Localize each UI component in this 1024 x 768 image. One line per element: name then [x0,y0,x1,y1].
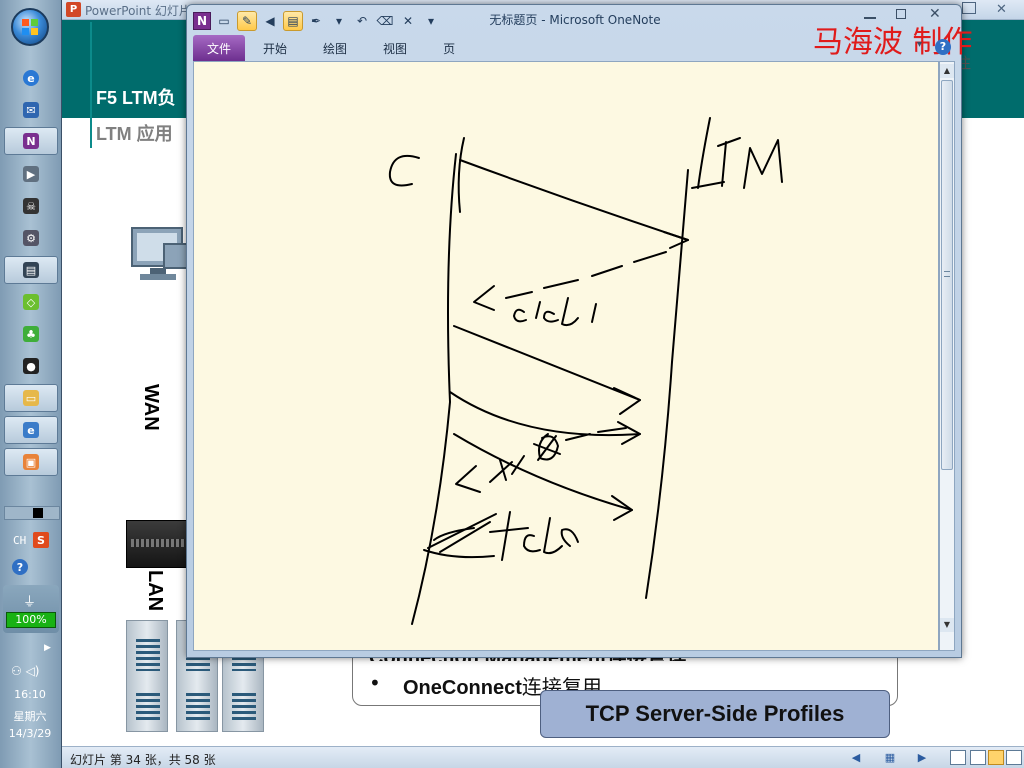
handwritten-sketch [388,117,783,625]
clock-weekday[interactable]: 星期六 [0,708,60,724]
tab-page[interactable]: 页 [425,35,473,61]
parrot-icon: ♣ [23,326,39,342]
eraser-icon[interactable]: ⌫ [375,11,395,31]
quick-access-toolbar: N ▭ ✎ ◀ ▤ ✒ ▾ ↶ ⌫ ✕ ▾ [193,9,441,33]
pen-mode-icon[interactable]: ✎ [237,11,257,31]
close-button[interactable]: ✕ [996,2,1007,17]
onenote-window: 无标题页 - Microsoft OneNote N ▭ ✎ ◀ ▤ ✒ ▾ ↶… [186,4,973,658]
onenote-icon: N [23,133,39,149]
plug-icon: ⏚ [23,595,37,610]
ie-icon: e [23,70,39,86]
server-icon [126,620,168,732]
video-icon: ▶ [23,166,39,182]
normal-view-icon[interactable] [950,750,966,765]
slide-counter: 幻灯片 第 34 张，共 58 张 [70,753,216,767]
parrot-taskbar-button[interactable]: ♣ [4,320,58,348]
video-taskbar-button[interactable]: ▶ [4,160,58,188]
computer-icon [131,227,192,280]
help-icon[interactable]: ? [12,559,28,575]
ie-doc-taskbar-button[interactable]: e [4,416,58,444]
powerpoint-statusbar: 幻灯片 第 34 张，共 58 张 ◀ ▦ ▶ [62,746,1024,768]
back-icon[interactable]: ◀ [260,11,280,31]
bullet-oneconnect-en: OneConnect [403,677,522,699]
lan-label: LAN [144,570,166,612]
green-app-taskbar-button[interactable]: ◇ [4,288,58,316]
tab-home[interactable]: 开始 [245,35,305,61]
reading-view-icon[interactable] [988,750,1004,765]
scroll-grip-icon [944,271,950,277]
prev-slide-icon[interactable]: ◀ [848,750,864,765]
mail-taskbar-button[interactable]: ✉ [4,96,58,124]
customize-toolbar-icon[interactable]: ▾ [421,11,441,31]
slide-header-divider [90,22,92,148]
language-indicator[interactable]: CH [13,534,26,547]
paint-taskbar-button[interactable]: ▣ [4,448,58,476]
explorer-taskbar-button[interactable]: ▭ [4,384,58,412]
skull-taskbar-button[interactable]: ☠ [4,192,58,220]
network-taskbar-button[interactable]: ⚙ [4,224,58,252]
taskbar: e ✉ N ▶ ☠ ⚙ ▤ ◇ ♣ ● ▭ e ▣ CH S ? ⏚ 100% … [0,0,62,768]
ie-doc-icon: e [23,422,39,438]
slide-subtitle: LTM 应用 [96,124,173,144]
paint-icon: ▣ [23,454,39,470]
f5-appliance-icon [126,520,188,568]
clock-time[interactable]: 16:10 [0,688,60,701]
dock-icon[interactable]: ▭ [214,11,234,31]
onenote-taskbar-button[interactable]: N [4,127,58,155]
scroll-up-arrow[interactable]: ▲ [940,64,954,78]
green-app-icon: ◇ [23,294,39,310]
slide-title: F5 LTM负 [96,88,176,108]
battery-percent: 100% [6,612,56,628]
expand-ribbon-icon[interactable]: ▾ [917,39,922,50]
help-icon[interactable]: ? [935,39,951,55]
clock-date[interactable]: 14/3/29 [0,727,60,740]
scroll-down-arrow[interactable]: ▼ [940,618,954,632]
tray-users-icon[interactable]: ⚇ ◁) [11,664,39,678]
undo-icon[interactable]: ↶ [352,11,372,31]
battery-indicator[interactable]: ⏚ 100% [3,585,59,633]
highlighter-icon[interactable]: ▾ [329,11,349,31]
taskbar-scroll[interactable] [4,506,60,520]
scroll-thumb[interactable] [941,80,953,470]
tcp-profiles-badge: TCP Server-Side Profiles [540,690,890,738]
notes-icon[interactable]: ▦ [882,750,898,765]
tab-draw[interactable]: 绘图 [305,35,365,61]
network-icon: ⚙ [23,230,39,246]
drawing-canvas[interactable] [193,61,939,651]
restore-button[interactable] [962,2,976,14]
tab-view[interactable]: 视图 [365,35,425,61]
next-slide-icon[interactable]: ▶ [914,750,930,765]
qq-taskbar-button[interactable]: ● [4,352,58,380]
slideshow-view-icon[interactable] [1006,750,1022,765]
bullet-dot: • [369,671,381,695]
pen-color-icon[interactable]: ✒ [306,11,326,31]
ie-taskbar-button[interactable]: e [4,64,58,92]
powerpoint-icon: P [66,2,81,17]
explorer-icon: ▭ [23,390,39,406]
mail-icon: ✉ [23,102,39,118]
ribbon-tabs: 文件 开始 绘图 视图 页 [193,35,473,61]
onenote-logo-icon[interactable]: N [193,12,211,30]
app-taskbar-button[interactable]: ▤ [4,256,58,284]
ime-icon[interactable]: S [33,532,49,548]
wan-label: WAN [140,384,162,431]
tab-file[interactable]: 文件 [193,35,246,61]
start-button[interactable] [11,8,49,46]
sorter-view-icon[interactable] [970,750,986,765]
canvas-scrollbar[interactable]: ▲ ▼ [939,61,955,651]
delete-icon[interactable]: ✕ [398,11,418,31]
powerpoint-title: PowerPoint 幻灯片 [85,4,191,18]
tray-expand-icon[interactable]: ▶ [44,643,51,653]
skull-icon: ☠ [23,198,39,214]
qq-icon: ● [23,358,39,374]
page-view-icon[interactable]: ▤ [283,11,303,31]
author-watermark: 马海波 制作 [813,25,973,60]
app-icon: ▤ [23,262,39,278]
